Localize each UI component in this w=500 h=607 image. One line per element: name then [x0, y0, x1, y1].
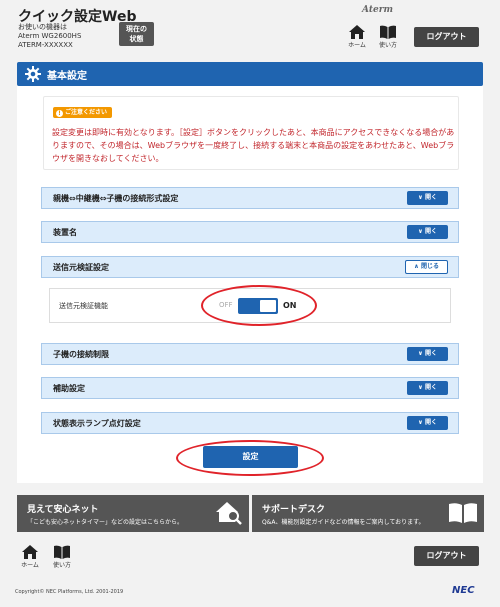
nec-logo: NEC	[452, 585, 475, 596]
section-device-name[interactable]: 装置名 ∨ 開く	[41, 221, 459, 243]
section-label: 子機の接続制限	[53, 350, 109, 359]
logout-button[interactable]: ログアウト	[414, 27, 479, 47]
open-button[interactable]: ∨ 開く	[407, 191, 448, 205]
footer-help-label: 使い方	[52, 562, 71, 569]
gear-icon	[25, 66, 41, 82]
device-model: Aterm WG2600HS	[18, 32, 82, 40]
section-label: 親機⇔中継機⇔子機の接続形式設定	[53, 194, 179, 203]
chevron-down-icon: ∨	[418, 194, 423, 201]
banner-description: 「こども安心ネットタイマー」などの設定はこちらから。	[27, 519, 184, 526]
banner-title: 見えて安心ネット	[27, 505, 99, 515]
open-label: 開く	[424, 194, 437, 201]
footer-home-button[interactable]: ホーム	[16, 545, 44, 571]
device-name: ATERM-XXXXXX	[18, 41, 73, 49]
submit-button[interactable]: 設定	[203, 446, 298, 468]
house-search-icon	[216, 502, 242, 525]
chevron-down-icon: ∨	[418, 419, 423, 426]
section-label: 状態表示ランプ点灯設定	[53, 419, 141, 428]
open-button[interactable]: ∨ 開く	[407, 416, 448, 430]
section-label: 装置名	[53, 228, 77, 237]
open-button[interactable]: ∨ 開く	[407, 381, 448, 395]
device-info: お使いの機器は Aterm WG2600HS ATERM-XXXXXX	[18, 23, 81, 50]
banner-description: Q&A、機能別設定ガイドなどの情報をご案内しております。	[262, 519, 425, 526]
book-icon	[54, 545, 70, 559]
section-auxiliary[interactable]: 補助設定 ∨ 開く	[41, 377, 459, 399]
switch-on-label: ON	[283, 301, 297, 310]
open-button[interactable]: ∨ 開く	[407, 347, 448, 361]
section-label: 補助設定	[53, 384, 85, 393]
help-nav-button[interactable]: 使い方	[374, 25, 402, 51]
footer-help-button[interactable]: 使い方	[48, 545, 76, 571]
help-label: 使い方	[378, 42, 397, 49]
source-verification-row: 送信元検証機能 OFF ON	[49, 288, 451, 323]
open-button[interactable]: ∨ 開く	[407, 225, 448, 239]
footer-home-label: ホーム	[21, 562, 39, 569]
open-label: 開く	[424, 384, 437, 391]
switch-knob[interactable]	[260, 300, 276, 312]
home-label: ホーム	[348, 42, 366, 49]
home-nav-button[interactable]: ホーム	[343, 25, 371, 51]
copyright: Copyright© NEC Platforms, Ltd. 2001-2019	[15, 589, 124, 595]
chevron-down-icon: ∨	[418, 350, 423, 357]
open-label: 開く	[424, 350, 437, 357]
open-book-icon	[449, 503, 477, 523]
section-status-lamp[interactable]: 状態表示ランプ点灯設定 ∨ 開く	[41, 412, 459, 434]
home-icon	[349, 25, 365, 39]
exclamation-icon: !	[56, 110, 63, 117]
close-button[interactable]: ∧ 閉じる	[405, 260, 448, 274]
open-label: 開く	[424, 228, 437, 235]
current-status-button[interactable]: 現在の 状態	[119, 22, 154, 46]
close-label: 閉じる	[420, 263, 439, 270]
open-label: 開く	[424, 419, 437, 426]
section-connection-type[interactable]: 親機⇔中継機⇔子機の接続形式設定 ∨ 開く	[41, 187, 459, 209]
header: クイック設定Web お使いの機器は Aterm WG2600HS ATERM-X…	[0, 0, 500, 54]
chevron-down-icon: ∨	[418, 228, 423, 235]
brand-logo: Aterm	[362, 5, 393, 15]
mieru-anshin-banner[interactable]: 見えて安心ネット 「こども安心ネットタイマー」などの設定はこちらから。	[17, 495, 249, 532]
notice-text: 設定変更は即時に有効となります。［設定］ボタンをクリックしたあと、本商品にアクセ…	[52, 128, 455, 163]
settings-panel: ! ご注意ください 設定変更は即時に有効となります。［設定］ボタンをクリックしたあ…	[17, 86, 483, 483]
notice-badge: ! ご注意ください	[53, 107, 113, 118]
support-desk-banner[interactable]: サポートデスク Q&A、機能別設定ガイドなどの情報をご案内しております。	[252, 495, 484, 532]
chevron-up-icon: ∧	[414, 263, 419, 270]
notice-box: ! ご注意ください 設定変更は即時に有効となります。［設定］ボタンをクリックしたあ…	[43, 96, 459, 170]
chevron-down-icon: ∨	[418, 384, 423, 391]
notice-badge-label: ご注意ください	[65, 109, 108, 116]
section-label: 送信元検証設定	[53, 263, 109, 272]
home-icon	[22, 545, 38, 559]
book-icon	[380, 25, 396, 39]
source-verification-label: 送信元検証機能	[59, 302, 108, 310]
source-verification-switch[interactable]: OFF ON	[219, 296, 319, 316]
device-caption: お使いの機器は	[18, 23, 67, 31]
section-client-restriction[interactable]: 子機の接続制限 ∨ 開く	[41, 343, 459, 365]
page-title: 基本設定	[47, 71, 87, 82]
page-title-bar: 基本設定	[17, 62, 483, 86]
banner-title: サポートデスク	[262, 505, 326, 515]
section-source-verification[interactable]: 送信元検証設定 ∧ 閉じる	[41, 256, 459, 278]
switch-off-label: OFF	[219, 301, 233, 309]
footer-logout-button[interactable]: ログアウト	[414, 546, 479, 566]
